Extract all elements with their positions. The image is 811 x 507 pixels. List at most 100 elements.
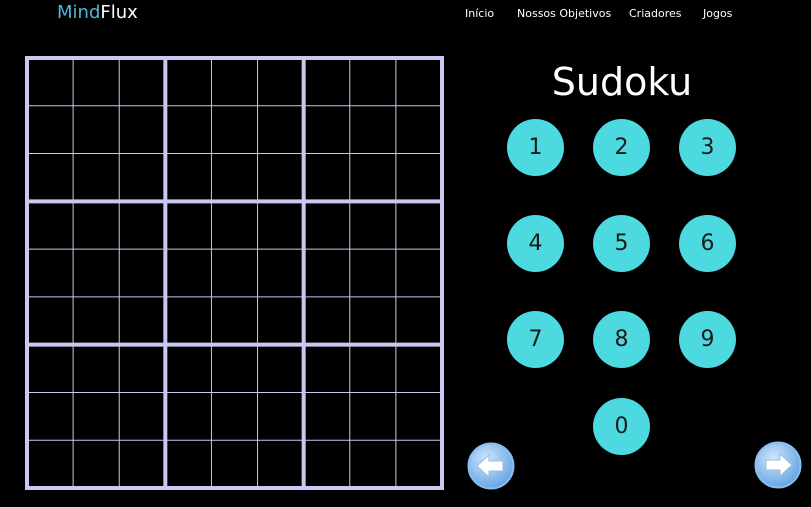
sudoku-cell[interactable] [303,153,350,202]
sudoku-cell[interactable] [119,201,166,250]
nav-link-criadores[interactable]: Criadores [629,7,682,21]
keypad-button-0[interactable]: 0 [593,398,650,455]
sudoku-cell[interactable] [257,58,304,106]
sudoku-cell[interactable] [257,201,304,250]
sudoku-cell[interactable] [349,344,396,393]
sudoku-cell[interactable] [73,58,120,106]
keypad-button-3[interactable]: 3 [679,119,736,176]
sudoku-cell[interactable] [119,105,166,154]
sudoku-cell[interactable] [27,296,74,345]
sudoku-cell[interactable] [395,153,442,202]
sudoku-cell[interactable] [165,392,212,441]
sudoku-cell[interactable] [395,296,442,345]
sudoku-cell[interactable] [349,201,396,250]
next-button[interactable] [754,441,802,489]
sudoku-cell[interactable] [119,58,166,106]
sudoku-cell[interactable] [211,392,258,441]
sudoku-cell[interactable] [257,296,304,345]
sudoku-cell[interactable] [119,344,166,393]
sudoku-cell[interactable] [257,344,304,393]
sudoku-cell[interactable] [119,153,166,202]
sudoku-cell[interactable] [27,105,74,154]
sudoku-cell[interactable] [73,249,120,297]
sudoku-cell[interactable] [119,249,166,297]
sudoku-cell[interactable] [257,249,304,297]
keypad-button-8[interactable]: 8 [593,311,650,368]
sudoku-cell[interactable] [257,392,304,441]
keypad-button-5[interactable]: 5 [593,215,650,272]
sudoku-cell[interactable] [303,392,350,441]
sudoku-cell[interactable] [349,58,396,106]
sudoku-cell[interactable] [303,58,350,106]
keypad-button-1[interactable]: 1 [507,119,564,176]
sudoku-cell[interactable] [119,296,166,345]
sudoku-cell[interactable] [211,344,258,393]
sudoku-cell[interactable] [303,344,350,393]
sudoku-cell[interactable] [257,153,304,202]
sudoku-cell[interactable] [165,58,212,106]
sudoku-cell[interactable] [211,153,258,202]
nav-link-jogos[interactable]: Jogos [703,7,732,21]
keypad-button-9[interactable]: 9 [679,311,736,368]
previous-button[interactable] [467,442,515,490]
nav-link-inicio[interactable]: Início [465,7,494,21]
keypad-button-6[interactable]: 6 [679,215,736,272]
sudoku-cell[interactable] [303,105,350,154]
sudoku-board[interactable] [24,55,445,491]
sudoku-cell[interactable] [73,105,120,154]
sudoku-cell[interactable] [349,440,396,488]
sudoku-cell[interactable] [165,296,212,345]
sudoku-cell[interactable] [165,249,212,297]
sudoku-cell[interactable] [165,344,212,393]
sudoku-cell[interactable] [395,105,442,154]
keypad-button-4[interactable]: 4 [507,215,564,272]
sudoku-cell[interactable] [27,440,74,488]
sudoku-cell[interactable] [119,392,166,441]
sudoku-cell[interactable] [395,249,442,297]
sudoku-cell[interactable] [73,201,120,250]
sudoku-cell[interactable] [303,440,350,488]
sudoku-cell[interactable] [165,440,212,488]
nav-link-nossos-objetivos[interactable]: Nossos Objetivos [517,7,611,21]
sudoku-cell[interactable] [349,296,396,345]
sudoku-cell[interactable] [303,296,350,345]
sudoku-cell[interactable] [119,440,166,488]
sudoku-cell[interactable] [27,201,74,250]
sudoku-cell[interactable] [211,105,258,154]
sudoku-cell[interactable] [257,440,304,488]
sudoku-cell[interactable] [73,153,120,202]
sudoku-cell[interactable] [349,392,396,441]
sudoku-cell[interactable] [395,201,442,250]
sudoku-cell[interactable] [73,296,120,345]
sudoku-cell[interactable] [211,440,258,488]
sudoku-cell[interactable] [165,105,212,154]
keypad-button-7[interactable]: 7 [507,311,564,368]
sudoku-cell[interactable] [27,153,74,202]
sudoku-cell[interactable] [349,105,396,154]
sudoku-cell[interactable] [395,58,442,106]
sudoku-cell[interactable] [211,58,258,106]
sudoku-cell[interactable] [73,344,120,393]
sudoku-cell[interactable] [165,201,212,250]
arrow-right-icon [754,441,802,489]
sudoku-cell[interactable] [303,249,350,297]
sudoku-cell[interactable] [211,249,258,297]
sudoku-cell[interactable] [165,153,212,202]
sudoku-cell[interactable] [27,249,74,297]
sudoku-cell[interactable] [73,440,120,488]
sudoku-grid[interactable] [24,55,445,491]
sudoku-cell[interactable] [211,201,258,250]
sudoku-cell[interactable] [395,344,442,393]
sudoku-cell[interactable] [73,392,120,441]
sudoku-cell[interactable] [395,440,442,488]
keypad-button-2[interactable]: 2 [593,119,650,176]
sudoku-cell[interactable] [303,201,350,250]
sudoku-cell[interactable] [349,249,396,297]
sudoku-cell[interactable] [27,58,74,106]
sudoku-cell[interactable] [27,392,74,441]
sudoku-cell[interactable] [27,344,74,393]
sudoku-cell[interactable] [349,153,396,202]
sudoku-cell[interactable] [395,392,442,441]
sudoku-cell[interactable] [211,296,258,345]
sudoku-cell[interactable] [257,105,304,154]
